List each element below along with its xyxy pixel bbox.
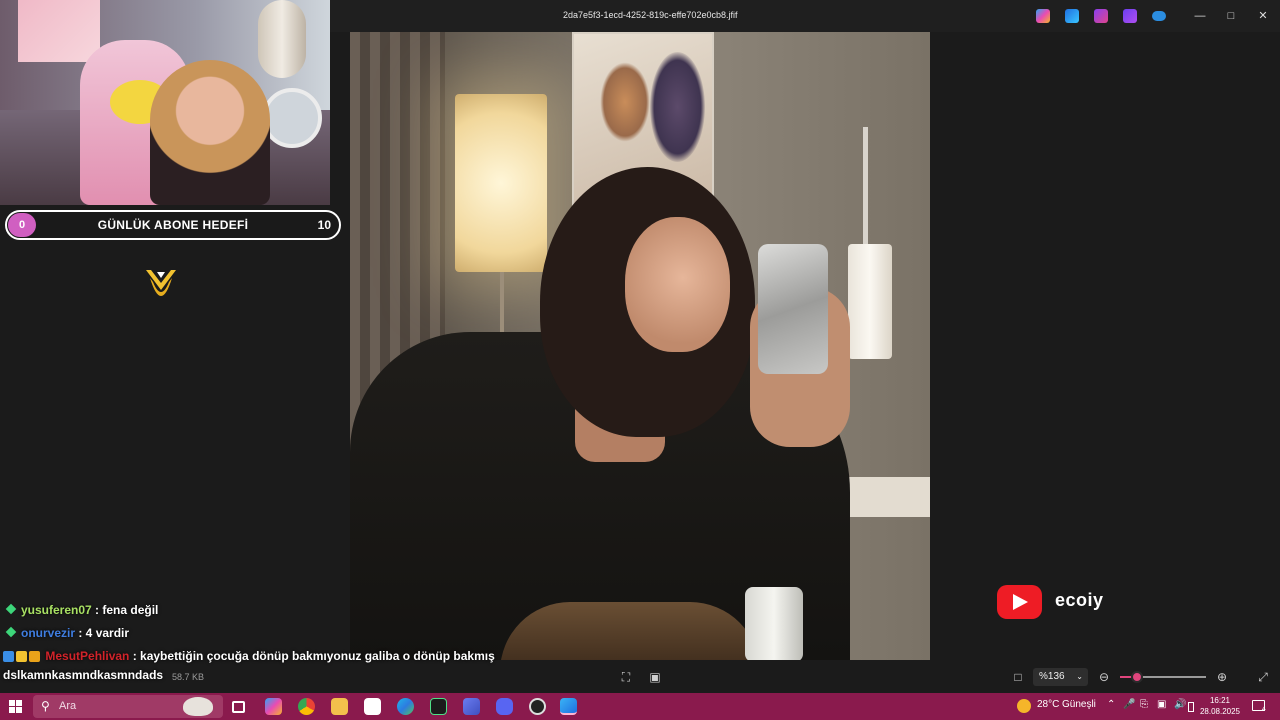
chrome-icon[interactable] — [298, 698, 315, 715]
chat-message: onurvezir : 4 vardir — [3, 626, 129, 640]
window-title: 2da7e5f3-1ecd-4252-819c-effe702e0cb8.jfi… — [563, 10, 738, 20]
weather-temp[interactable]: 28°C — [1037, 699, 1059, 710]
zoom-dropdown[interactable]: %136 ⌄ — [1033, 668, 1088, 686]
clock[interactable]: 16:21 28.08.2025 — [1198, 695, 1242, 717]
photo-sconce-arm — [863, 127, 868, 247]
crop-icon[interactable]: ▣ — [648, 670, 662, 684]
clipchamp-icon[interactable] — [1123, 9, 1137, 23]
webcam-microphone — [258, 0, 306, 78]
verified-gem-icon — [5, 626, 17, 638]
actual-size-icon[interactable]: □ — [1011, 670, 1025, 684]
maximize-button[interactable]: □ — [1220, 6, 1242, 26]
chat-text: : 4 vardir — [75, 626, 130, 640]
chat-text: dslkamnkasmndkasmndads — [3, 668, 164, 682]
start-button[interactable] — [9, 700, 22, 713]
onedrive-icon[interactable] — [1152, 11, 1166, 21]
webcam-feed — [0, 0, 330, 205]
copilot-icon[interactable] — [1036, 9, 1050, 23]
sub-goal-target: 10 — [317, 218, 331, 232]
chevron-up-icon[interactable]: ⌃ — [1107, 699, 1115, 710]
app-icon[interactable] — [463, 698, 480, 715]
obs-icon[interactable] — [529, 698, 546, 715]
chat-text: : fena değil — [91, 603, 159, 617]
title-bar: 2da7e5f3-1ecd-4252-819c-effe702e0cb8.jfi… — [330, 0, 1280, 32]
task-view-icon[interactable] — [232, 701, 245, 713]
chat-message-continued: dslkamnkasmndkasmndads — [3, 668, 163, 682]
sub-goal-bar: GÜNLÜK ABONE HEDEFİ 0 10 — [5, 210, 341, 240]
screen: 2da7e5f3-1ecd-4252-819c-effe702e0cb8.jfi… — [0, 0, 1280, 720]
store-icon[interactable] — [364, 698, 381, 715]
notification-count: 4 — [1262, 706, 1266, 713]
chat-username[interactable]: onurvezir — [21, 626, 75, 640]
photo-sconce — [848, 244, 892, 359]
sub-goal-label: GÜNLÜK ABONE HEDEFİ — [97, 218, 249, 232]
edit-icon[interactable] — [1065, 9, 1079, 23]
language-icon[interactable]: ⎘ — [1140, 699, 1148, 710]
webcam-streamer — [150, 60, 270, 205]
channel-logo-icon — [146, 270, 176, 296]
clock-time: 16:21 — [1209, 696, 1231, 705]
file-explorer-icon[interactable] — [331, 698, 348, 715]
sub-goal-current: 0 — [8, 213, 36, 237]
designer-icon[interactable] — [1094, 9, 1108, 23]
youtube-icon — [997, 585, 1042, 619]
bird-illustration-icon — [183, 697, 213, 716]
photo-painting-leaves — [650, 52, 705, 162]
close-button[interactable]: ✕ — [1252, 6, 1274, 26]
taskbar: ⚲ Ara 28°C Güneşli ⌃ 🎤 ⎘ ▣ 🔊 16:21 28.08… — [0, 693, 1280, 720]
copilot-taskbar-icon[interactable] — [265, 698, 282, 715]
gift-badge-icon — [29, 651, 40, 663]
file-size: 58.7 KB — [172, 672, 205, 682]
zoom-level: %136 — [1039, 671, 1065, 682]
search-placeholder: Ara — [59, 700, 77, 712]
chat-username[interactable]: MesutPehlivan — [45, 649, 129, 663]
photo-bottle — [745, 587, 803, 660]
verified-gem-icon — [5, 603, 17, 615]
chevron-down-icon: ⌄ — [1076, 672, 1083, 681]
weather-sun-icon — [1017, 699, 1031, 713]
minimize-button[interactable]: — — [1189, 6, 1211, 26]
terminal-icon[interactable] — [430, 698, 447, 715]
photo-face — [625, 217, 730, 352]
zoom-in-icon[interactable]: ⊕ — [1215, 670, 1229, 684]
chat-username[interactable]: yusuferen07 — [21, 603, 92, 617]
chat-text: : kaybettiğin çocuğa dönüp bakmıyonuz ga… — [129, 649, 495, 663]
photo-phone — [758, 244, 828, 374]
photo-bag — [500, 602, 760, 660]
moderator-badge-icon — [3, 651, 14, 663]
speaker-icon[interactable]: 🔊 — [1174, 699, 1186, 710]
viewed-image — [350, 32, 930, 660]
fit-to-window-icon[interactable]: ⛶ — [619, 670, 633, 684]
microphone-icon[interactable]: 🎤 — [1123, 699, 1135, 710]
zoom-slider-thumb[interactable] — [1131, 671, 1144, 683]
zoom-out-icon[interactable]: ⊖ — [1097, 670, 1111, 684]
taskbar-search[interactable]: ⚲ Ara — [33, 695, 223, 718]
youtube-channel-name: ecoiy — [1055, 590, 1104, 610]
photo-lamp-stand — [500, 272, 504, 332]
chat-message: yusuferen07 : fena değil — [3, 603, 158, 617]
fullscreen-icon[interactable]: ⤢ — [1256, 670, 1270, 684]
discord-icon[interactable] — [496, 698, 513, 715]
battery-icon[interactable] — [1188, 702, 1194, 712]
network-icon[interactable]: ▣ — [1157, 699, 1166, 710]
edge-icon[interactable] — [397, 698, 414, 715]
weather-desc[interactable]: Güneşli — [1062, 699, 1096, 710]
clock-date: 28.08.2025 — [1199, 707, 1241, 716]
photo-painting-bloom — [600, 62, 650, 142]
subscriber-badge-icon — [16, 651, 27, 663]
zoom-slider[interactable] — [1120, 671, 1206, 683]
chat-message: MesutPehlivan : kaybettiğin çocuğa dönüp… — [3, 649, 495, 663]
photo-lamp — [455, 94, 547, 272]
webcam-fan — [262, 88, 322, 148]
webcam-poster — [18, 0, 100, 62]
youtube-play-icon — [1013, 594, 1028, 610]
photos-icon[interactable] — [560, 698, 577, 715]
search-icon: ⚲ — [41, 699, 50, 713]
